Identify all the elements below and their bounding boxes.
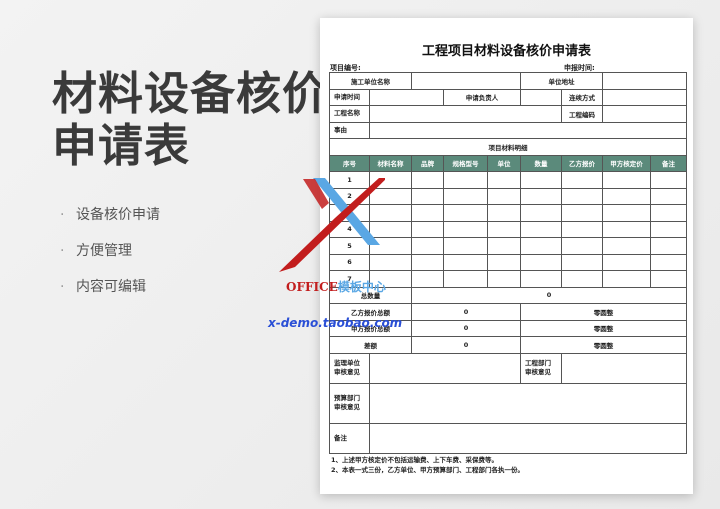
project-name-value[interactable] <box>369 105 562 123</box>
applicant-label: 申请负责人 <box>443 88 521 106</box>
headline-line-1: 材料设备核价 <box>52 67 329 120</box>
contact-label: 连续方式 <box>561 88 603 106</box>
feature-item: · 设备核价申请 <box>60 204 160 240</box>
contractor-label: 施工单位名称 <box>329 72 412 90</box>
notes: 1、上述甲方核定价不包括运输费、上下车费、采保费等。 2、本表一式三份，乙方单位… <box>331 455 524 475</box>
headline-line-2: 申请表 <box>52 119 191 172</box>
contractor-total-value: 0 <box>411 303 521 321</box>
column-header: 单位 <box>487 154 521 172</box>
remarks-label: 备注 <box>329 422 370 454</box>
unit-address-label: 单位地址 <box>520 72 603 90</box>
watermark-url: x-demo.taobao.com <box>268 316 403 330</box>
bullet-icon: · <box>60 207 65 223</box>
engineering-opinion-value[interactable] <box>561 352 687 384</box>
owner-total-words: 零圆整 <box>520 319 687 337</box>
contact-value[interactable] <box>602 88 687 106</box>
difference-value: 0 <box>411 336 521 354</box>
column-header: 规格型号 <box>443 154 488 172</box>
column-header: 材料名称 <box>369 154 412 172</box>
contractor-value[interactable] <box>411 72 521 90</box>
unit-address-value[interactable] <box>602 72 687 90</box>
detail-section-title: 项目材料明细 <box>329 138 687 156</box>
remarks-value[interactable] <box>369 422 687 454</box>
budget-opinion-value[interactable] <box>369 382 687 424</box>
project-name-label: 工程名称 <box>329 105 370 123</box>
note-item: 1、上述甲方核定价不包括运输费、上下车费、采保费等。 <box>331 456 499 464</box>
supervision-opinion-value[interactable] <box>369 352 521 384</box>
column-header: 乙方报价 <box>561 154 603 172</box>
contractor-total-words: 零圆整 <box>520 303 687 321</box>
feature-list: · 设备核价申请 · 方便管理 · 内容可编辑 <box>60 204 160 312</box>
difference-words: 零圆整 <box>520 336 687 354</box>
headline: 材料设备核价 申请表 <box>52 68 328 172</box>
apply-time-value[interactable] <box>369 88 444 106</box>
budget-opinion-label: 预算部门 审核意见 <box>329 382 370 424</box>
bullet-icon: · <box>60 279 65 295</box>
document-title: 工程项目材料设备核价申请表 <box>421 44 591 59</box>
bullet-icon: · <box>60 243 65 259</box>
matter-value[interactable] <box>369 121 687 139</box>
engineering-opinion-label: 工程部门 审核意见 <box>520 352 562 384</box>
difference-label: 差额 <box>329 336 412 354</box>
project-code-value[interactable] <box>602 105 687 123</box>
column-header: 甲方核定价 <box>602 154 651 172</box>
note-item: 2、本表一式三份，乙方单位、甲方预算部门、工程部门各执一份。 <box>331 466 525 474</box>
column-header: 数量 <box>520 154 562 172</box>
detail-header-row: 序号 材料名称 品牌 规格型号 单位 数量 乙方报价 甲方核定价 备注 <box>329 154 687 172</box>
apply-time-label: 申请时间 <box>329 88 370 106</box>
feature-item: · 方便管理 <box>60 240 160 276</box>
feature-item: · 内容可编辑 <box>60 276 160 312</box>
total-quantity-value: 0 <box>411 286 687 304</box>
logo-wordmark: OFFICE模板中心 <box>286 280 386 294</box>
column-header: 备注 <box>650 154 687 172</box>
matter-label: 事由 <box>329 121 370 139</box>
applicant-value[interactable] <box>520 88 562 106</box>
owner-total-value: 0 <box>411 319 521 337</box>
column-header: 品牌 <box>411 154 444 172</box>
office-logo-icon <box>279 178 385 272</box>
column-header: 序号 <box>329 154 370 172</box>
project-code-label: 工程编码 <box>561 105 603 123</box>
supervision-opinion-label: 监理单位 审核意见 <box>329 352 370 384</box>
